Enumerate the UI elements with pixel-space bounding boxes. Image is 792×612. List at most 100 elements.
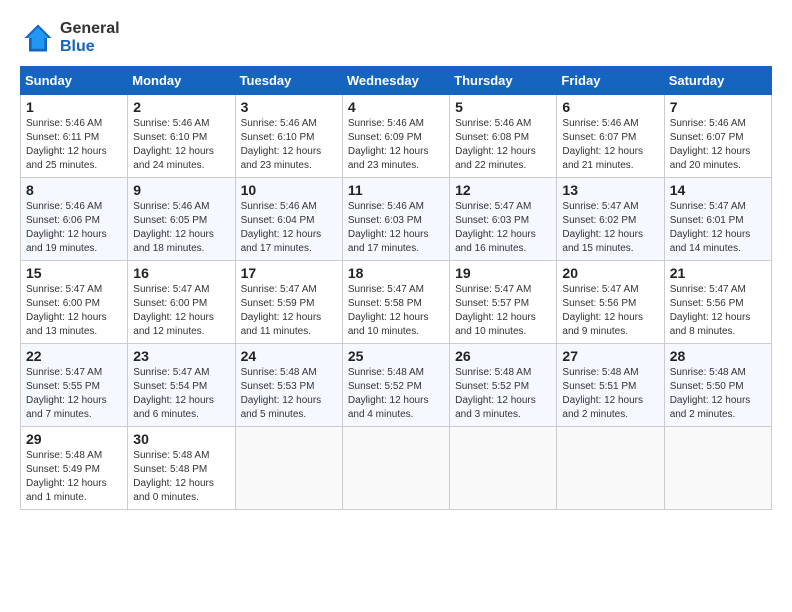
day-info: Sunrise: 5:46 AMSunset: 6:09 PMDaylight:… (348, 118, 429, 171)
day-info: Sunrise: 5:48 AMSunset: 5:51 PMDaylight:… (562, 367, 643, 420)
day-cell: 4 Sunrise: 5:46 AMSunset: 6:09 PMDayligh… (342, 95, 449, 178)
day-number: 2 (133, 99, 229, 115)
day-info: Sunrise: 5:47 AMSunset: 5:56 PMDaylight:… (670, 284, 751, 337)
day-number: 6 (562, 99, 658, 115)
day-cell: 21 Sunrise: 5:47 AMSunset: 5:56 PMDaylig… (664, 261, 771, 344)
page-header: General Blue (20, 20, 772, 56)
day-number: 29 (26, 431, 122, 447)
day-info: Sunrise: 5:46 AMSunset: 6:10 PMDaylight:… (241, 118, 322, 171)
day-cell: 19 Sunrise: 5:47 AMSunset: 5:57 PMDaylig… (450, 261, 557, 344)
calendar-week: 15 Sunrise: 5:47 AMSunset: 6:00 PMDaylig… (21, 261, 772, 344)
day-number: 19 (455, 265, 551, 281)
empty-cell (557, 427, 664, 510)
day-info: Sunrise: 5:46 AMSunset: 6:07 PMDaylight:… (562, 118, 643, 171)
day-cell: 17 Sunrise: 5:47 AMSunset: 5:59 PMDaylig… (235, 261, 342, 344)
day-info: Sunrise: 5:47 AMSunset: 5:55 PMDaylight:… (26, 367, 107, 420)
day-number: 5 (455, 99, 551, 115)
logo-icon (20, 20, 56, 56)
day-number: 17 (241, 265, 337, 281)
day-number: 16 (133, 265, 229, 281)
day-info: Sunrise: 5:48 AMSunset: 5:49 PMDaylight:… (26, 450, 107, 503)
day-number: 11 (348, 182, 444, 198)
calendar-week: 8 Sunrise: 5:46 AMSunset: 6:06 PMDayligh… (21, 178, 772, 261)
day-info: Sunrise: 5:48 AMSunset: 5:53 PMDaylight:… (241, 367, 322, 420)
day-info: Sunrise: 5:46 AMSunset: 6:05 PMDaylight:… (133, 201, 214, 254)
day-number: 14 (670, 182, 766, 198)
day-info: Sunrise: 5:46 AMSunset: 6:10 PMDaylight:… (133, 118, 214, 171)
header-wednesday: Wednesday (342, 67, 449, 95)
day-number: 23 (133, 348, 229, 364)
day-number: 24 (241, 348, 337, 364)
header-tuesday: Tuesday (235, 67, 342, 95)
day-cell: 29 Sunrise: 5:48 AMSunset: 5:49 PMDaylig… (21, 427, 128, 510)
day-cell: 12 Sunrise: 5:47 AMSunset: 6:03 PMDaylig… (450, 178, 557, 261)
day-cell: 10 Sunrise: 5:46 AMSunset: 6:04 PMDaylig… (235, 178, 342, 261)
day-number: 21 (670, 265, 766, 281)
day-number: 18 (348, 265, 444, 281)
empty-cell (342, 427, 449, 510)
day-cell: 23 Sunrise: 5:47 AMSunset: 5:54 PMDaylig… (128, 344, 235, 427)
header-friday: Friday (557, 67, 664, 95)
day-info: Sunrise: 5:47 AMSunset: 6:02 PMDaylight:… (562, 201, 643, 254)
day-cell: 2 Sunrise: 5:46 AMSunset: 6:10 PMDayligh… (128, 95, 235, 178)
day-info: Sunrise: 5:46 AMSunset: 6:04 PMDaylight:… (241, 201, 322, 254)
day-cell: 7 Sunrise: 5:46 AMSunset: 6:07 PMDayligh… (664, 95, 771, 178)
header-sunday: Sunday (21, 67, 128, 95)
day-cell: 6 Sunrise: 5:46 AMSunset: 6:07 PMDayligh… (557, 95, 664, 178)
day-cell: 5 Sunrise: 5:46 AMSunset: 6:08 PMDayligh… (450, 95, 557, 178)
logo-text: General Blue (60, 20, 120, 56)
day-info: Sunrise: 5:47 AMSunset: 6:00 PMDaylight:… (26, 284, 107, 337)
day-info: Sunrise: 5:48 AMSunset: 5:52 PMDaylight:… (455, 367, 536, 420)
day-info: Sunrise: 5:47 AMSunset: 5:57 PMDaylight:… (455, 284, 536, 337)
calendar-week: 22 Sunrise: 5:47 AMSunset: 5:55 PMDaylig… (21, 344, 772, 427)
empty-cell (664, 427, 771, 510)
day-info: Sunrise: 5:46 AMSunset: 6:03 PMDaylight:… (348, 201, 429, 254)
day-cell: 18 Sunrise: 5:47 AMSunset: 5:58 PMDaylig… (342, 261, 449, 344)
day-info: Sunrise: 5:48 AMSunset: 5:52 PMDaylight:… (348, 367, 429, 420)
empty-cell (450, 427, 557, 510)
day-number: 3 (241, 99, 337, 115)
day-number: 13 (562, 182, 658, 198)
day-info: Sunrise: 5:47 AMSunset: 6:03 PMDaylight:… (455, 201, 536, 254)
day-number: 4 (348, 99, 444, 115)
day-cell: 13 Sunrise: 5:47 AMSunset: 6:02 PMDaylig… (557, 178, 664, 261)
day-info: Sunrise: 5:46 AMSunset: 6:07 PMDaylight:… (670, 118, 751, 171)
day-number: 8 (26, 182, 122, 198)
day-info: Sunrise: 5:46 AMSunset: 6:11 PMDaylight:… (26, 118, 107, 171)
day-number: 25 (348, 348, 444, 364)
calendar-table: Sunday Monday Tuesday Wednesday Thursday… (20, 66, 772, 510)
day-number: 22 (26, 348, 122, 364)
header-saturday: Saturday (664, 67, 771, 95)
weekday-header-row: Sunday Monday Tuesday Wednesday Thursday… (21, 67, 772, 95)
day-number: 1 (26, 99, 122, 115)
day-number: 10 (241, 182, 337, 198)
day-info: Sunrise: 5:46 AMSunset: 6:06 PMDaylight:… (26, 201, 107, 254)
day-number: 9 (133, 182, 229, 198)
logo: General Blue (20, 20, 120, 56)
day-cell: 16 Sunrise: 5:47 AMSunset: 6:00 PMDaylig… (128, 261, 235, 344)
day-info: Sunrise: 5:47 AMSunset: 5:59 PMDaylight:… (241, 284, 322, 337)
day-number: 28 (670, 348, 766, 364)
calendar-week: 1 Sunrise: 5:46 AMSunset: 6:11 PMDayligh… (21, 95, 772, 178)
day-info: Sunrise: 5:47 AMSunset: 6:01 PMDaylight:… (670, 201, 751, 254)
day-cell: 8 Sunrise: 5:46 AMSunset: 6:06 PMDayligh… (21, 178, 128, 261)
calendar-week: 29 Sunrise: 5:48 AMSunset: 5:49 PMDaylig… (21, 427, 772, 510)
header-monday: Monday (128, 67, 235, 95)
day-cell: 22 Sunrise: 5:47 AMSunset: 5:55 PMDaylig… (21, 344, 128, 427)
day-info: Sunrise: 5:47 AMSunset: 5:54 PMDaylight:… (133, 367, 214, 420)
day-info: Sunrise: 5:48 AMSunset: 5:50 PMDaylight:… (670, 367, 751, 420)
day-cell: 14 Sunrise: 5:47 AMSunset: 6:01 PMDaylig… (664, 178, 771, 261)
day-cell: 9 Sunrise: 5:46 AMSunset: 6:05 PMDayligh… (128, 178, 235, 261)
day-cell: 26 Sunrise: 5:48 AMSunset: 5:52 PMDaylig… (450, 344, 557, 427)
day-info: Sunrise: 5:47 AMSunset: 5:58 PMDaylight:… (348, 284, 429, 337)
day-cell: 15 Sunrise: 5:47 AMSunset: 6:00 PMDaylig… (21, 261, 128, 344)
day-cell: 27 Sunrise: 5:48 AMSunset: 5:51 PMDaylig… (557, 344, 664, 427)
day-cell: 30 Sunrise: 5:48 AMSunset: 5:48 PMDaylig… (128, 427, 235, 510)
day-number: 12 (455, 182, 551, 198)
day-number: 27 (562, 348, 658, 364)
day-number: 7 (670, 99, 766, 115)
day-info: Sunrise: 5:47 AMSunset: 5:56 PMDaylight:… (562, 284, 643, 337)
day-cell: 24 Sunrise: 5:48 AMSunset: 5:53 PMDaylig… (235, 344, 342, 427)
day-info: Sunrise: 5:48 AMSunset: 5:48 PMDaylight:… (133, 450, 214, 503)
day-cell: 3 Sunrise: 5:46 AMSunset: 6:10 PMDayligh… (235, 95, 342, 178)
